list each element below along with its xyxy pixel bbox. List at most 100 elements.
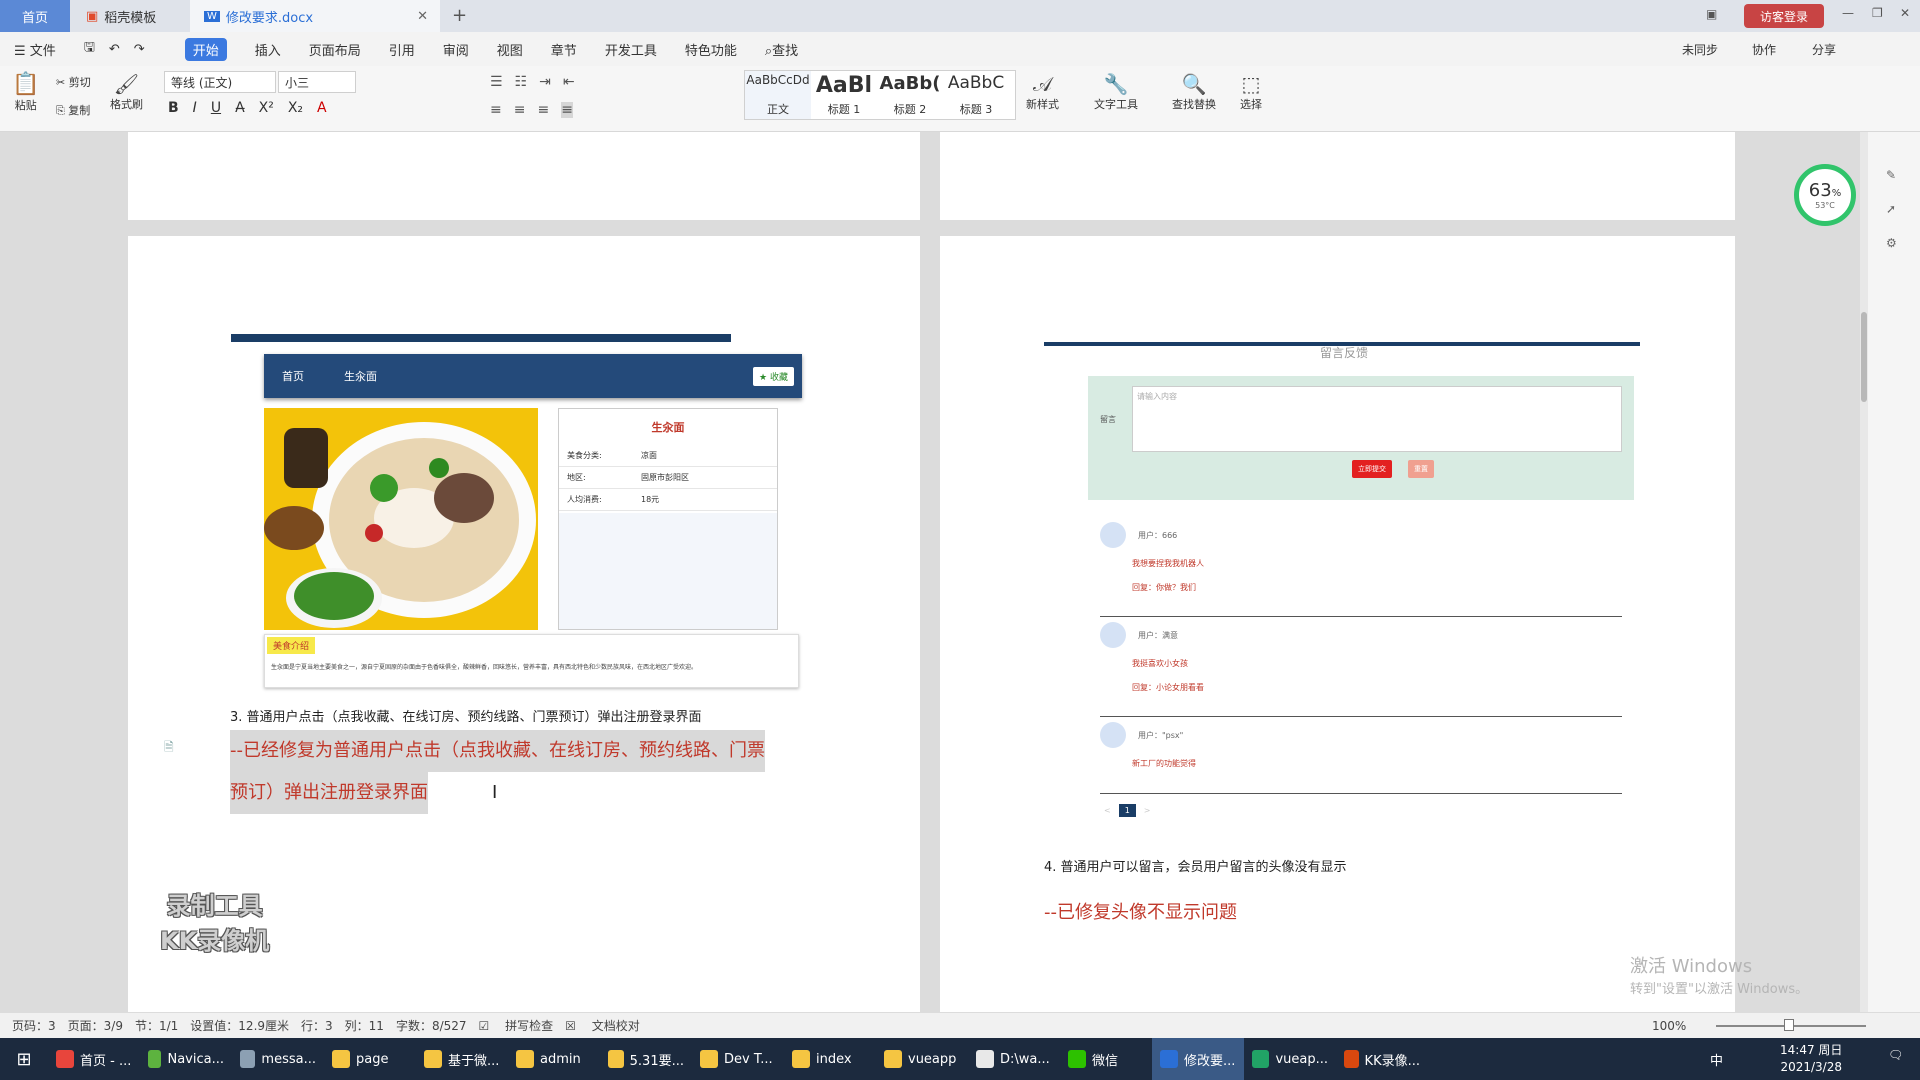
scroll-thumb[interactable] [1861, 312, 1867, 402]
style-heading1[interactable]: AaBl 标题 1 [811, 71, 877, 119]
taskbar-app[interactable]: 5.31要... [600, 1038, 692, 1080]
zoom-level[interactable]: 100% [1652, 1019, 1686, 1033]
food-photo [264, 408, 538, 630]
align-center-icon[interactable]: ≡ [514, 102, 526, 118]
taskbar-app[interactable]: D:\wa... [968, 1038, 1060, 1080]
menu-references[interactable]: 引用 [389, 40, 415, 59]
new-style-button[interactable]: 𝒜 新样式 [1026, 72, 1059, 112]
bold-icon[interactable]: B [168, 100, 179, 116]
status-wordcount[interactable]: 字数：8/527 [396, 1017, 467, 1034]
comment-marker-icon[interactable]: 🗎 [164, 738, 174, 759]
vertical-scrollbar[interactable] [1860, 132, 1868, 1012]
reset-button[interactable]: 重置 [1408, 460, 1434, 478]
align-right-icon[interactable]: ≡ [537, 102, 549, 118]
menu-section[interactable]: 章节 [551, 40, 577, 59]
style-normal[interactable]: AaBbCcDd 正文 [745, 71, 811, 119]
taskbar-app[interactable]: 首页 - ... [48, 1038, 140, 1080]
number-list-icon[interactable]: ☷ [515, 74, 528, 90]
next-page-icon[interactable]: > [1144, 806, 1151, 815]
system-clock[interactable]: 14:47 周日 2021/3/28 [1780, 1042, 1842, 1076]
close-window-icon[interactable]: ✕ [1900, 6, 1910, 20]
proofread-toggle[interactable]: ☒ 文档校对 [565, 1017, 640, 1034]
taskbar-app[interactable]: admin [508, 1038, 600, 1080]
tab-document[interactable]: W 修改要求.docx ✕ [190, 0, 440, 32]
ime-indicator[interactable]: 中 [1710, 1050, 1723, 1069]
edit-pen-icon[interactable]: ✎ [1886, 168, 1896, 182]
paste-button[interactable]: 📋 粘贴 [12, 72, 39, 113]
italic-icon[interactable]: I [193, 100, 197, 116]
taskbar-app[interactable]: messa... [232, 1038, 324, 1080]
menu-file[interactable]: ☰ 文件 [14, 40, 56, 59]
tab-template[interactable]: ▣ 稻壳模板 [72, 0, 190, 32]
indent-icon[interactable]: ⇥ [539, 74, 551, 90]
page-3-right[interactable]: 留言反馈 留言 请输入内容 立即提交 重置 用户：666 我想要捏我我机器人 回… [940, 236, 1808, 1012]
find-replace-button[interactable]: 🔍 查找替换 [1172, 72, 1216, 112]
copy-button[interactable]: ⎘ 复制 [56, 102, 90, 118]
font-family-select[interactable]: 等线 (正文) [164, 71, 276, 93]
window-layout-icon[interactable]: ▣ [1706, 7, 1717, 21]
login-button[interactable]: 访客登录 [1744, 4, 1824, 28]
bullet-list-icon[interactable]: ☰ [490, 74, 503, 90]
message-textarea[interactable]: 请输入内容 [1132, 386, 1622, 452]
prev-page-icon[interactable]: < [1104, 806, 1111, 815]
notification-icon[interactable]: 🗨 [1888, 1048, 1903, 1062]
menu-search[interactable]: ⌕查找 [765, 40, 798, 59]
new-tab-button[interactable]: + [452, 5, 467, 26]
select-button[interactable]: ⬚ 选择 [1240, 72, 1262, 112]
page-3-left[interactable]: 首页 生汆面 ★ 收藏 生汆面 美食分类: 凉面 地区: 固原市彭阳区 人均消费… [128, 236, 920, 1012]
pointer-icon[interactable]: ➚ [1886, 202, 1896, 216]
share-button[interactable]: 分享 [1812, 41, 1836, 58]
taskbar-app[interactable]: 修改要... [1152, 1038, 1244, 1080]
page-1-button[interactable]: 1 [1118, 804, 1136, 817]
menu-layout[interactable]: 页面布局 [309, 40, 361, 59]
sync-status[interactable]: 未同步 [1682, 41, 1718, 58]
font-color-icon[interactable]: A [317, 100, 327, 116]
taskbar-app[interactable]: Navica... [140, 1038, 232, 1080]
undo-icon[interactable]: ↶ [109, 42, 120, 57]
taskbar-app[interactable]: vueapp [876, 1038, 968, 1080]
spellcheck-toggle[interactable]: ☑ 拼写检查 [479, 1017, 554, 1034]
superscript-icon[interactable]: X² [259, 100, 274, 116]
font-size-select[interactable]: 小三 [278, 71, 356, 93]
underline-icon[interactable]: U [211, 100, 221, 116]
taskbar-app[interactable]: 基于微... [416, 1038, 508, 1080]
maximize-icon[interactable]: ❐ [1872, 6, 1883, 20]
style-heading1-preview: AaBl [815, 73, 873, 98]
tab-home[interactable]: 首页 [0, 0, 70, 32]
taskbar-app[interactable]: index [784, 1038, 876, 1080]
start-button[interactable]: ⊞ [0, 1038, 48, 1080]
taskbar-app[interactable]: page [324, 1038, 416, 1080]
save-icon[interactable]: 🖫 [84, 38, 95, 60]
taskbar-app[interactable]: KK录像... [1336, 1038, 1428, 1080]
menu-special[interactable]: 特色功能 [685, 40, 737, 59]
style-heading3[interactable]: AaBbC 标题 3 [943, 71, 1009, 119]
submit-button[interactable]: 立即提交 [1352, 460, 1392, 478]
text-tool-button[interactable]: 🔧 文字工具 [1094, 72, 1138, 112]
style-heading2[interactable]: AaBb( 标题 2 [877, 71, 943, 119]
cut-button[interactable]: ✂ 剪切 [56, 74, 91, 90]
outdent-icon[interactable]: ⇤ [563, 74, 575, 90]
menu-developer[interactable]: 开发工具 [605, 40, 657, 59]
menu-review[interactable]: 审阅 [443, 40, 469, 59]
close-tab-icon[interactable]: ✕ [417, 9, 428, 24]
settings-sliders-icon[interactable]: ⚙ [1886, 236, 1897, 250]
taskbar-app[interactable]: vueap... [1244, 1038, 1336, 1080]
redo-icon[interactable]: ↷ [134, 42, 145, 57]
format-painter-button[interactable]: 🖌 格式刷 [110, 72, 143, 112]
status-line: 行：3 [301, 1019, 333, 1033]
taskbar-app[interactable]: 微信 [1060, 1038, 1152, 1080]
performance-widget[interactable]: 63% 53°C [1794, 164, 1856, 226]
menu-view[interactable]: 视图 [497, 40, 523, 59]
subscript-icon[interactable]: X₂ [288, 100, 303, 116]
minimize-icon[interactable]: — [1842, 6, 1854, 20]
text-cursor-icon: I [492, 782, 498, 803]
align-left-icon[interactable]: ≡ [490, 102, 502, 118]
menu-home[interactable]: 开始 [184, 37, 227, 61]
zoom-slider-thumb[interactable] [1784, 1019, 1794, 1031]
collaborate-button[interactable]: 协作 [1752, 41, 1776, 58]
taskbar-app[interactable]: Dev T... [692, 1038, 784, 1080]
fix-note-3[interactable]: --已经修复为普通用户点击（点我收藏、在线订房、预约线路、门票 预订）弹出注册登… [230, 730, 816, 814]
justify-icon[interactable]: ≡ [561, 102, 573, 118]
menu-insert[interactable]: 插入 [255, 40, 281, 59]
strikethrough-icon[interactable]: A̶ [235, 100, 245, 116]
